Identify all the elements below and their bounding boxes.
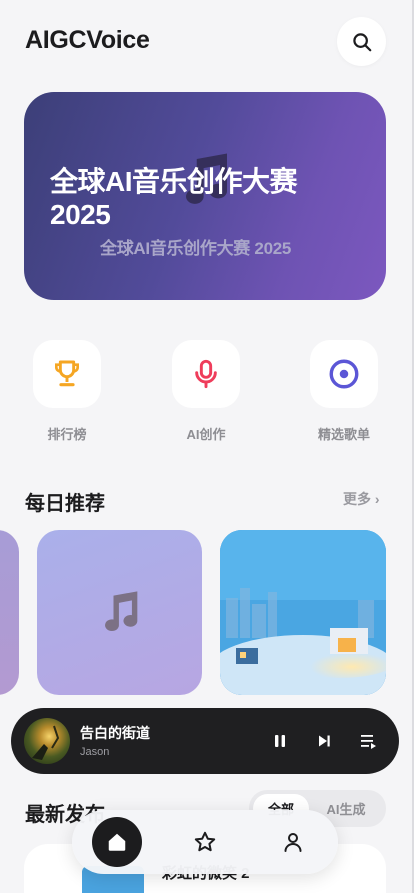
winter-night-artwork [220, 530, 386, 695]
bottom-nav [72, 810, 338, 874]
next-button[interactable] [313, 730, 335, 752]
trophy-icon [55, 360, 79, 387]
app-screen: AIGCVoice 全球AI音乐创作大赛 2025 全球AI音乐创作大赛 202… [0, 0, 414, 893]
quick-action-ai-create[interactable]: AI创作 [172, 340, 240, 442]
next-icon [319, 735, 330, 747]
home-icon [108, 833, 126, 851]
pause-icon [275, 735, 285, 747]
daily-section-title: 每日推荐 [25, 493, 105, 515]
profile-icon [284, 833, 302, 852]
search-icon [352, 32, 371, 51]
nav-home-button[interactable] [92, 817, 142, 867]
quick-icon-box [33, 340, 101, 408]
app-title: AIGCVoice [25, 26, 150, 54]
quick-action-leaderboard[interactable]: 排行榜 [33, 340, 101, 442]
promo-banner[interactable]: 全球AI音乐创作大赛 2025 全球AI音乐创作大赛 2025 [24, 92, 386, 300]
recommend-card[interactable] [220, 530, 386, 695]
nav-favorites-button[interactable] [192, 829, 218, 855]
cover-artwork [32, 725, 60, 760]
player-song-title: 告白的街道 [80, 725, 150, 741]
pause-button[interactable] [269, 730, 291, 752]
music-note-icon [104, 590, 137, 631]
quick-action-playlists[interactable]: 精选歌单 [310, 340, 378, 442]
nav-profile-button[interactable] [280, 829, 306, 855]
album-cover [24, 718, 70, 764]
banner-title: 全球AI音乐创作大赛 2025 [50, 166, 298, 230]
disc-icon [329, 359, 359, 389]
header: AIGCVoice [0, 0, 414, 80]
recommend-card[interactable] [0, 530, 19, 695]
quick-icon-box [172, 340, 240, 408]
quick-label-leaderboard: 排行榜 [47, 427, 87, 442]
more-link[interactable]: 更多 › [343, 489, 380, 509]
quick-label-playlists: 精选歌单 [317, 427, 370, 442]
quick-label-ai-create: AI创作 [186, 427, 226, 442]
star-icon [194, 831, 216, 852]
banner-subtitle: 全球AI音乐创作大赛 2025 [100, 239, 292, 258]
playlist-icon [361, 735, 376, 749]
microphone-icon [195, 359, 217, 389]
recommend-card[interactable] [37, 530, 202, 695]
player-artist: Jason [80, 746, 110, 758]
quick-icon-box [310, 340, 378, 408]
playlist-button[interactable] [357, 730, 379, 752]
search-button[interactable] [337, 17, 386, 66]
mini-player[interactable]: 告白的街道 Jason [11, 708, 399, 774]
